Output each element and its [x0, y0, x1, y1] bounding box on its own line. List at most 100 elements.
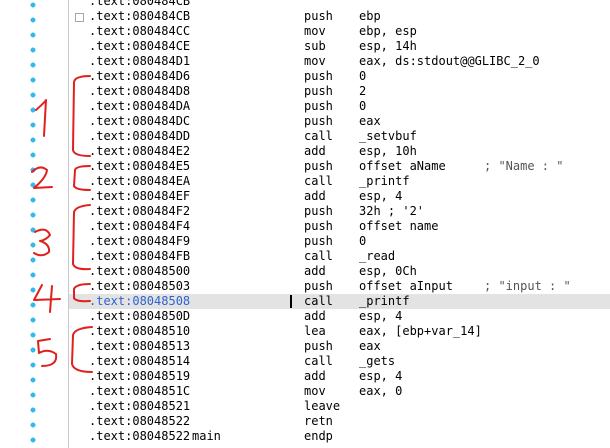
line-operands: ebp, esp [359, 24, 417, 38]
disasm-line[interactable]: .text:080484CB [69, 0, 610, 9]
line-operands: esp, 0Ch [359, 264, 417, 278]
disasm-line[interactable]: .text:08048500 add esp, 0Ch [69, 264, 610, 279]
disasm-line[interactable]: .text:08048522 main endp [69, 429, 610, 444]
text-cursor [290, 295, 292, 308]
line-operands: _setvbuf [359, 129, 417, 143]
line-mnemonic: push [304, 279, 333, 293]
disasm-line[interactable]: .text:080484CB push ebp [69, 9, 610, 24]
disasm-line[interactable]: .text:080484D8 push 2 [69, 84, 610, 99]
line-operands: eax [359, 114, 381, 128]
line-address: .text:080484DA [89, 99, 191, 113]
collapse-toggle-icon[interactable] [75, 13, 84, 22]
line-address: .text:08048500 [89, 264, 191, 278]
line-mnemonic: push [304, 99, 333, 113]
line-operands: esp, 4 [359, 369, 403, 383]
line-address: .text:08048522 [89, 429, 191, 443]
line-mnemonic: call [304, 294, 333, 308]
line-address: .text:080484D1 [89, 54, 191, 68]
line-address: .text:080484FB [89, 249, 191, 263]
disasm-line[interactable]: .text:080484F2 push 32h ; '2' [69, 204, 610, 219]
disasm-line[interactable]: .text:0804851C mov eax, 0 [69, 384, 610, 399]
line-address: .text:0804850D [89, 309, 191, 323]
disasm-line[interactable]: .text:08048522 retn [69, 414, 610, 429]
line-address: .text:080484F2 [89, 204, 191, 218]
disasm-line[interactable]: .text:080484CC mov ebp, esp [69, 24, 610, 39]
disasm-line[interactable]: .text:080484EF add esp, 4 [69, 189, 610, 204]
line-operands: _printf [359, 174, 410, 188]
line-address: .text:080484DC [89, 114, 191, 128]
line-address: .text:080484DD [89, 129, 191, 143]
line-mnemonic: leave [304, 399, 341, 413]
disasm-line[interactable]: .text:0804850D add esp, 4 [69, 309, 610, 324]
disasm-line[interactable]: .text:080484F9 push 0 [69, 234, 610, 249]
line-mnemonic: lea [304, 324, 326, 338]
line-comment: ; "Name : " [484, 159, 564, 173]
line-address: .text:08048510 [89, 324, 191, 338]
disasm-line[interactable]: .text:080484DD call _setvbuf [69, 129, 610, 144]
line-mnemonic: add [304, 264, 326, 278]
disasm-line[interactable]: .text:08048521 leave [69, 399, 610, 414]
line-mnemonic: push [304, 114, 333, 128]
line-mnemonic: endp [304, 429, 333, 443]
line-address: .text:080484F9 [89, 234, 191, 248]
disasm-line[interactable]: .text:08048513 push eax [69, 339, 610, 354]
line-mnemonic: call [304, 354, 333, 368]
disasm-line[interactable]: .text:08048514 call _gets [69, 354, 610, 369]
line-operands: eax [359, 339, 381, 353]
line-address: .text:08048519 [89, 369, 191, 383]
line-address: .text:080484EA [89, 174, 191, 188]
line-address: .text:08048514 [89, 354, 191, 368]
disasm-line[interactable]: .text:080484DC push eax [69, 114, 610, 129]
disasm-line[interactable]: .text:080484F4 push offset name [69, 219, 610, 234]
line-operands: _printf [359, 294, 410, 308]
line-address: .text:08048521 [89, 399, 191, 413]
line-mnemonic: push [304, 219, 333, 233]
line-address: .text:080484D6 [89, 69, 191, 83]
disasm-line[interactable]: .text:080484CE sub esp, 14h [69, 39, 610, 54]
line-mnemonic: add [304, 189, 326, 203]
line-address: .text:080484CE [89, 39, 191, 53]
line-operands: eax, 0 [359, 384, 403, 398]
line-mnemonic: mov [304, 384, 326, 398]
line-address: .text:08048513 [89, 339, 191, 353]
annotation-digit-3 [33, 228, 51, 257]
line-operands: _read [359, 249, 396, 263]
line-mnemonic: add [304, 144, 326, 158]
line-mnemonic: push [304, 204, 333, 218]
line-address: .text:080484CC [89, 24, 191, 38]
disasm-line[interactable]: .text:08048508 call _printf [69, 294, 610, 309]
line-operands: 0 [359, 69, 367, 83]
disasm-line[interactable]: .text:08048510 lea eax, [ebp+var_14] [69, 324, 610, 339]
line-mnemonic: push [304, 339, 333, 353]
annotation-digit-4 [33, 284, 61, 313]
annotation-digit-1 [35, 99, 47, 137]
line-mnemonic: mov [304, 24, 326, 38]
disasm-line[interactable]: .text:080484D6 push 0 [69, 69, 610, 84]
line-mnemonic: add [304, 309, 326, 323]
line-mnemonic: call [304, 249, 333, 263]
disasm-line[interactable]: .text:080484EA call _printf [69, 174, 610, 189]
disasm-line[interactable]: .text:08048503 push offset aInput ; "input … [69, 279, 610, 294]
line-mnemonic: push [304, 159, 333, 173]
line-operands: ebp [359, 9, 381, 23]
line-address: .text:08048503 [89, 279, 191, 293]
disasm-line[interactable]: .text:080484E5 push offset aName ; "Name : … [69, 159, 610, 174]
disasm-line[interactable]: .text:08048519 add esp, 4 [69, 369, 610, 384]
line-mnemonic: mov [304, 54, 326, 68]
line-label: main [192, 429, 221, 443]
line-operands: 2 [359, 84, 367, 98]
disasm-line[interactable]: .text:080484D1 mov eax, ds:stdout@@GLIBC_2… [69, 54, 610, 69]
disasm-line[interactable]: .text:080484FB call _read [69, 249, 610, 264]
line-address: .text:080484CB [89, 0, 191, 8]
disasm-line[interactable]: .text:080484E2 add esp, 10h [69, 144, 610, 159]
line-address: .text:080484F4 [89, 219, 191, 233]
line-mnemonic: push [304, 69, 333, 83]
line-mnemonic: push [304, 9, 333, 23]
line-operands: 0 [359, 234, 367, 248]
line-address: .text:080484E5 [89, 159, 191, 173]
line-mnemonic: push [304, 234, 333, 248]
disasm-line[interactable]: .text:080484DA push 0 [69, 99, 610, 114]
line-operands: esp, 4 [359, 189, 403, 203]
line-mnemonic: retn [304, 414, 333, 428]
line-mnemonic: push [304, 84, 333, 98]
